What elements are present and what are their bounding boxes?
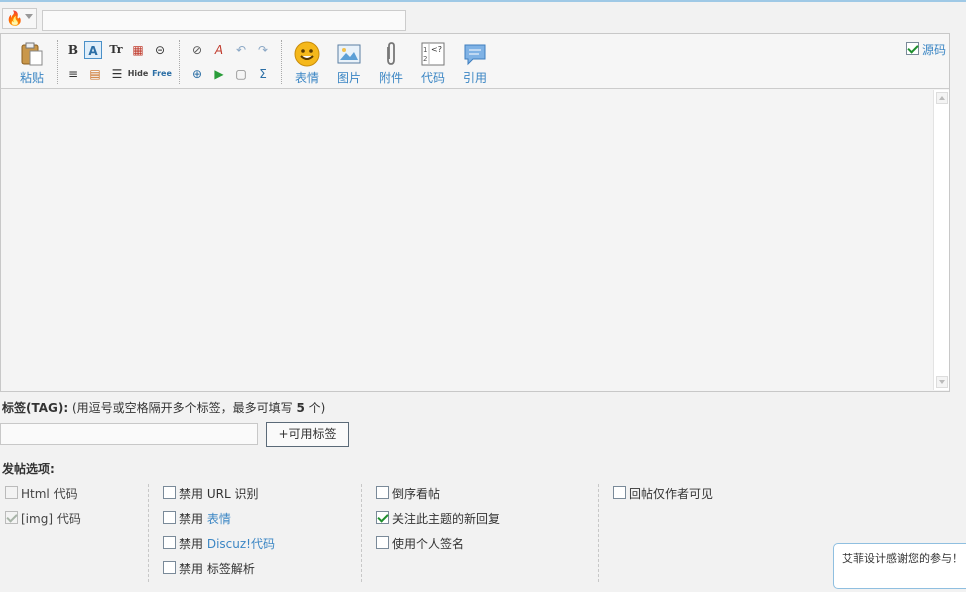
paperclip-icon [387,42,395,65]
option-checkbox[interactable] [163,561,176,574]
option-label: 回帖仅作者可见 [629,487,714,501]
svg-text:2: 2 [423,55,427,63]
code-icon: 12 <? [421,42,445,66]
insert-flash-icon[interactable]: ⊕ [188,65,206,83]
option-label: 禁用 URL 识别 [179,487,259,501]
source-checkbox[interactable] [906,42,919,55]
attachment-label: 附件 [378,71,403,85]
font-color-icon[interactable]: A [84,41,102,59]
emoji-button[interactable]: 表情 [289,40,325,86]
quote-button[interactable]: 引用 [457,40,493,86]
title-bar: 🔥 [0,4,966,31]
tag-hint-num: 5 [296,401,305,415]
option-checkbox[interactable] [5,486,18,499]
scroll-down-icon[interactable] [936,376,948,388]
hide-icon[interactable]: Hide [127,65,149,83]
insert-media-icon[interactable]: ▶ [210,65,228,83]
code-label: 代码 [420,71,445,85]
option-label: 关注此主题的新回复 [392,512,501,526]
smiley-icon [294,41,320,67]
subject-input[interactable] [42,10,406,31]
editor-scrollbar[interactable] [933,90,949,390]
source-label: 源码 [922,43,947,57]
quote-label: 引用 [462,71,487,85]
link-icon[interactable]: ⊝ [151,41,169,59]
tag-hint-a: (用逗号或空格隔开多个标签，最多可填写 [72,401,297,415]
table-icon[interactable]: ▤ [86,65,104,83]
option-label: [img] 代码 [21,512,81,526]
column-divider [361,484,362,582]
emoji-link[interactable]: 表情 [207,512,231,526]
column-divider [598,484,599,582]
picture-icon [337,44,361,64]
option-label: 禁用 Discuz!代码 [179,537,275,551]
toolbar-separator [179,40,180,84]
list-icon[interactable]: ☰ [108,65,126,83]
option-checkbox[interactable] [376,486,389,499]
post-options-title: 发帖选项: [2,462,55,476]
free-icon[interactable]: Free [151,65,173,83]
tag-hint-b: 个) [304,401,326,415]
option-checkbox[interactable] [163,486,176,499]
image-label: 图片 [336,71,361,85]
tag-input[interactable] [0,423,258,445]
option-label: Html 代码 [21,487,78,501]
toolbar-separator [57,40,58,84]
unlink-icon[interactable]: ⊘ [188,41,206,59]
available-tags-button[interactable]: +可用标签 [266,422,349,447]
option-checkbox[interactable] [376,511,389,524]
emoji-label: 表情 [294,71,319,85]
bold-icon[interactable]: B [64,41,82,59]
option-checkbox[interactable] [163,511,176,524]
align-left-icon[interactable]: ≡ [64,65,82,83]
option-checkbox[interactable] [5,511,18,524]
discuz-code-link[interactable]: Discuz!代码 [207,537,275,551]
editor: 粘贴 B A Tr ▦ ⊝ ≡ ▤ ☰ Hide Free ⊘ A ↶ ↷ ⊕ … [0,33,950,392]
page-break-icon[interactable]: ▢ [232,65,250,83]
option-checkbox[interactable] [613,486,626,499]
fire-icon: 🔥 [6,11,24,27]
thank-you-tooltip: 艾菲设计感谢您的参与！ [833,543,966,589]
toolbar-separator [281,40,282,84]
sum-icon[interactable]: Σ [254,65,272,83]
quote-bubble-icon [464,44,486,66]
option-label: 倒序看帖 [392,487,441,501]
scroll-up-icon[interactable] [936,92,948,104]
tag-label: 标签(TAG): [2,401,69,415]
image-button[interactable]: 图片 [331,40,367,86]
post-type-dropdown[interactable]: 🔥 [2,8,37,29]
code-button[interactable]: 12 <? 代码 [415,40,451,86]
top-accent-line [0,0,966,2]
undo-icon[interactable]: ↶ [232,41,250,59]
attachment-button[interactable]: 附件 [373,40,409,86]
paste-label: 粘贴 [19,71,44,85]
svg-text:1: 1 [423,46,427,54]
chevron-down-icon [25,14,33,19]
redo-icon[interactable]: ↷ [254,41,272,59]
font-size-icon[interactable]: Tr [107,41,125,59]
option-label: 使用个人签名 [392,537,465,551]
svg-text:<?: <? [431,45,442,54]
clipboard-icon [21,42,43,66]
column-divider [148,484,149,582]
clear-format-icon[interactable]: A [210,41,228,59]
tag-hint: 标签(TAG): (用逗号或空格隔开多个标签，最多可填写 5 个) [2,399,325,416]
option-label: 禁用 表情 [179,512,231,526]
option-checkbox[interactable] [163,536,176,549]
option-checkbox[interactable] [376,536,389,549]
paste-button[interactable]: 粘贴 [14,40,50,86]
editor-toolbar: 粘贴 B A Tr ▦ ⊝ ≡ ▤ ☰ Hide Free ⊘ A ↶ ↷ ⊕ … [1,34,949,89]
color-grid-icon[interactable]: ▦ [129,41,147,59]
option-label: 禁用 标签解析 [179,562,255,576]
